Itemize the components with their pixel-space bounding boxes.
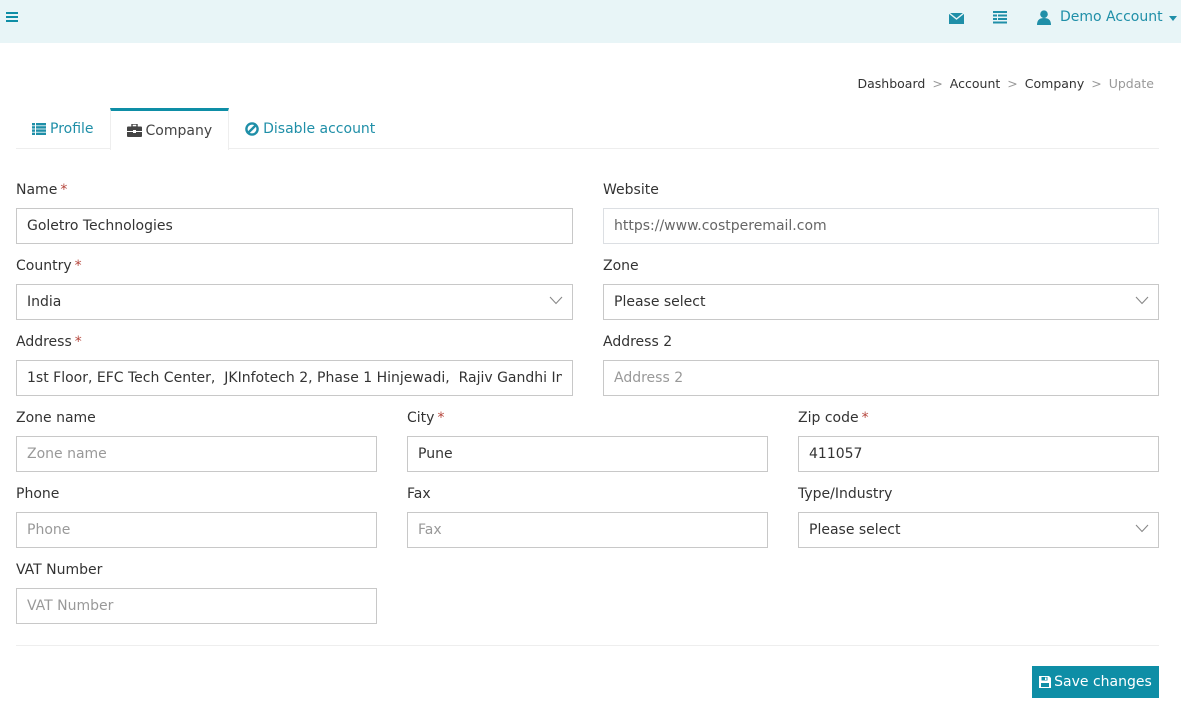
address-input[interactable] (16, 360, 573, 396)
ban-icon (245, 121, 259, 136)
fax-field-group: Fax (407, 484, 768, 548)
tab-label: Company (145, 122, 213, 139)
tab-disable-account[interactable]: Disable account (229, 108, 391, 149)
industry-select[interactable]: Please select (798, 512, 1159, 548)
chevron-down-icon (549, 296, 563, 305)
breadcrumb-separator: > (1091, 76, 1102, 91)
caret-down-icon (1168, 15, 1177, 21)
country-select[interactable]: India (16, 284, 573, 320)
vat-label: VAT Number (16, 560, 377, 580)
hamburger-icon[interactable] (6, 12, 18, 24)
breadcrumb: Dashboard > Account > Company > Update (857, 76, 1154, 91)
required-mark: * (74, 334, 82, 350)
account-name: Demo Account (1060, 9, 1163, 25)
website-field-group: Website (603, 180, 1159, 244)
required-mark: * (60, 182, 68, 198)
chevron-down-icon (1135, 296, 1149, 305)
top-navbar: Demo Account (0, 0, 1181, 43)
vat-field-group: VAT Number (16, 560, 377, 624)
label-text: Name (16, 182, 58, 198)
label-text: VAT Number (16, 562, 103, 578)
user-icon (1037, 9, 1051, 25)
city-label: City * (407, 408, 768, 428)
address2-field-group: Address 2 (603, 332, 1159, 396)
name-label: Name * (16, 180, 573, 200)
vat-input[interactable] (16, 588, 377, 624)
required-mark: * (861, 410, 869, 426)
breadcrumb-account[interactable]: Account (950, 76, 1000, 91)
account-menu[interactable]: Demo Account (1037, 9, 1177, 25)
city-field-group: City * (407, 408, 768, 472)
form-divider (16, 645, 1159, 646)
label-text: Address (16, 334, 72, 350)
label-text: City (407, 410, 435, 426)
name-field-group: Name * (16, 180, 573, 244)
label-text: Zone (603, 258, 639, 274)
breadcrumb-separator: > (932, 76, 943, 91)
tab-profile[interactable]: Profile (16, 108, 110, 149)
tab-bar: Profile Company Disable account (16, 108, 1159, 150)
tab-company[interactable]: Company (109, 108, 230, 150)
zip-label: Zip code * (798, 408, 1159, 428)
zone-field-group: Zone Please select (603, 256, 1159, 320)
label-text: Type/Industry (798, 486, 893, 502)
selected-value: India (27, 294, 62, 310)
required-mark: * (74, 258, 82, 274)
industry-label: Type/Industry (798, 484, 1159, 504)
label-text: Zone name (16, 410, 96, 426)
breadcrumb-company[interactable]: Company (1025, 76, 1084, 91)
save-label: Save changes (1054, 674, 1152, 690)
breadcrumb-dashboard[interactable]: Dashboard (857, 76, 925, 91)
required-mark: * (437, 410, 445, 426)
selected-value: Please select (809, 522, 901, 538)
label-text: Fax (407, 486, 431, 502)
breadcrumb-current: Update (1108, 76, 1154, 91)
envelope-icon[interactable] (949, 13, 964, 24)
tab-label: Profile (50, 120, 94, 137)
zone-name-label: Zone name (16, 408, 377, 428)
address-field-group: Address * (16, 332, 573, 396)
label-text: Zip code (798, 410, 859, 426)
briefcase-icon (126, 124, 142, 137)
floppy-disk-icon (1039, 676, 1052, 688)
label-text: Website (603, 182, 659, 198)
selected-value: Please select (614, 294, 706, 310)
city-input[interactable] (407, 436, 768, 472)
address-label: Address * (16, 332, 573, 352)
country-label: Country * (16, 256, 573, 276)
name-input[interactable] (16, 208, 573, 244)
phone-label: Phone (16, 484, 377, 504)
zone-select[interactable]: Please select (603, 284, 1159, 320)
zip-input[interactable] (798, 436, 1159, 472)
label-text: Country (16, 258, 72, 274)
phone-input[interactable] (16, 512, 377, 548)
list-alt-icon[interactable] (993, 11, 1007, 24)
breadcrumb-separator: > (1007, 76, 1018, 91)
zip-field-group: Zip code * (798, 408, 1159, 472)
website-input[interactable] (603, 208, 1159, 244)
label-text: Phone (16, 486, 60, 502)
fax-label: Fax (407, 484, 768, 504)
save-changes-button[interactable]: Save changes (1032, 666, 1159, 698)
zone-label: Zone (603, 256, 1159, 276)
industry-field-group: Type/Industry Please select (798, 484, 1159, 548)
country-field-group: Country * India (16, 256, 573, 320)
website-label: Website (603, 180, 1159, 200)
zone-name-input[interactable] (16, 436, 377, 472)
tab-label: Disable account (263, 120, 376, 137)
chevron-down-icon (1135, 524, 1149, 533)
label-text: Address 2 (603, 334, 673, 350)
address2-label: Address 2 (603, 332, 1159, 352)
list-icon (32, 122, 46, 135)
phone-field-group: Phone (16, 484, 377, 548)
zone-name-field-group: Zone name (16, 408, 377, 472)
address2-input[interactable] (603, 360, 1159, 396)
fax-input[interactable] (407, 512, 768, 548)
